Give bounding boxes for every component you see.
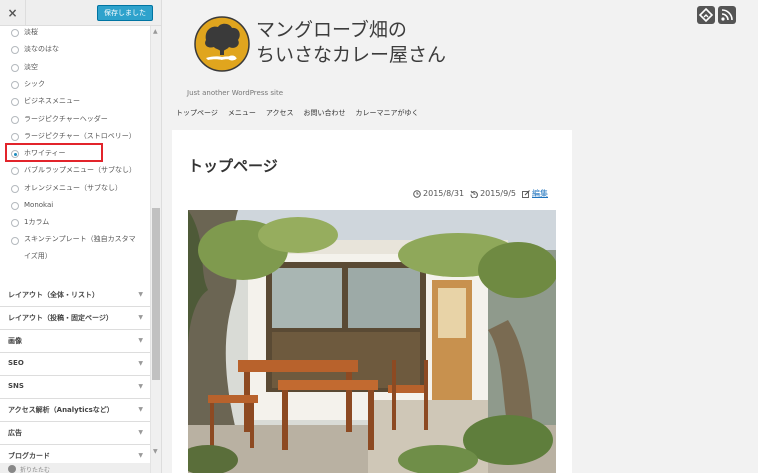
section-label: 画像 — [8, 337, 22, 345]
selection-highlight — [5, 143, 103, 162]
skin-option-label: ビジネスメニュー — [24, 97, 80, 106]
radio-button[interactable] — [11, 236, 19, 245]
skin-option-label: Monokai — [24, 201, 54, 209]
skin-option[interactable]: 淡桜 — [0, 26, 150, 43]
edit-link[interactable]: 編集 — [522, 188, 548, 199]
radio-button[interactable] — [11, 98, 19, 107]
feedly-icon[interactable] — [697, 6, 715, 24]
section-label: 広告 — [8, 429, 22, 437]
skin-option[interactable]: 淡なのはな — [0, 43, 150, 60]
skin-option-label: バブルラップメニュー（サブなし） — [24, 166, 136, 175]
save-button[interactable]: 保存しました — [97, 5, 153, 21]
radio-button[interactable] — [11, 202, 19, 210]
nav-item[interactable]: メニュー — [228, 108, 256, 118]
skin-list: 淡桜淡なのはな淡空シックビジネスメニューラージピクチャーヘッダーラージピクチャー… — [0, 26, 150, 284]
rss-icon[interactable] — [718, 6, 736, 24]
published-date: 2015/8/31 — [413, 189, 464, 198]
skin-option-label: 淡なのはな — [24, 45, 59, 54]
chevron-down-icon: ▼ — [138, 383, 143, 390]
radio-button[interactable] — [11, 29, 19, 37]
skin-option[interactable]: 淡空 — [0, 61, 150, 78]
site-title-line2: ちいさなカレー屋さん — [256, 44, 447, 66]
chevron-down-icon: ▼ — [138, 360, 143, 367]
skin-option-label: シック — [24, 79, 45, 88]
section-label: ブログカード — [8, 452, 50, 460]
history-icon — [470, 190, 478, 198]
updated-date-text: 2015/9/5 — [480, 189, 516, 198]
cafe-photo — [188, 210, 556, 473]
post-card: トップページ 2015/8/31 2015/9/5 編集 — [172, 130, 572, 473]
section-item[interactable]: 画像 ▼ — [0, 330, 150, 353]
radio-button[interactable] — [11, 115, 19, 124]
site-tagline: Just another WordPress site — [187, 89, 284, 97]
nav-item[interactable]: アクセス — [266, 108, 294, 118]
skin-option-label: 淡桜 — [24, 28, 38, 36]
section-item[interactable]: SNS ▼ — [0, 376, 150, 399]
nav-item[interactable]: トップページ — [176, 108, 218, 118]
skin-option[interactable]: スキンテンプレート（独自カスタマイズ用） — [0, 234, 150, 268]
edit-icon — [522, 189, 530, 198]
chevron-down-icon: ▼ — [138, 452, 143, 459]
section-item[interactable]: 広告 ▼ — [0, 422, 150, 445]
radio-button[interactable] — [11, 46, 19, 55]
skin-option-label: オレンジメニュー（サブなし） — [24, 183, 122, 192]
skin-option[interactable]: ビジネスメニュー — [0, 95, 150, 112]
radio-button[interactable] — [11, 219, 19, 228]
radio-button[interactable] — [11, 132, 19, 141]
clock-icon — [413, 189, 421, 198]
chevron-down-icon: ▼ — [138, 291, 143, 298]
radio-button[interactable] — [11, 184, 19, 193]
chevron-down-icon: ▼ — [138, 337, 143, 344]
skin-option-label: ラージピクチャー（ストロベリー） — [24, 131, 136, 140]
section-item[interactable]: レイアウト（投稿・固定ページ） ▼ — [0, 307, 150, 330]
section-label: レイアウト（全体・リスト） — [8, 291, 99, 299]
section-item[interactable]: レイアウト（全体・リスト） ▼ — [0, 284, 150, 307]
chevron-down-icon: ▼ — [138, 406, 143, 413]
scroll-up-arrow-icon[interactable]: ▲ — [153, 28, 158, 35]
section-list: レイアウト（全体・リスト） ▼ レイアウト（投稿・固定ページ） ▼ 画像 ▼ SEO ▼ SNS… — [0, 284, 150, 468]
global-nav: トップページ メニュー アクセス お問い合わせ カレーマニアがゆく — [176, 108, 429, 118]
section-label: アクセス解析（Analyticsなど） — [8, 406, 114, 414]
collapse-label: 折りたたむ — [20, 467, 51, 473]
scroll-thumb[interactable] — [152, 208, 160, 380]
section-label: レイアウト（投稿・固定ページ） — [8, 314, 113, 322]
logo-icon[interactable] — [194, 16, 250, 72]
social-icons — [694, 6, 736, 24]
scroll-down-arrow-icon[interactable]: ▼ — [153, 448, 158, 455]
section-item[interactable]: アクセス解析（Analyticsなど） ▼ — [0, 399, 150, 422]
radio-button[interactable] — [11, 63, 19, 72]
updated-date: 2015/9/5 — [470, 189, 516, 198]
site-title-line1: マングローブ畑の — [256, 19, 407, 41]
close-button[interactable]: × — [0, 0, 26, 26]
skin-option[interactable]: オレンジメニュー（サブなし） — [0, 182, 150, 199]
customizer-panel: × 保存しました 淡桜淡なのはな淡空シックビジネスメニューラージピクチャーヘッダ… — [0, 0, 162, 473]
chevron-down-icon: ▼ — [138, 429, 143, 436]
site-preview: マングローブ畑の ちいさなカレー屋さん Just another WordPre… — [162, 0, 758, 473]
skin-option-label: 淡空 — [24, 62, 38, 71]
section-label: SNS — [8, 382, 24, 390]
radio-button[interactable] — [11, 167, 19, 176]
nav-item[interactable]: カレーマニアがゆく — [356, 108, 419, 118]
post-meta: 2015/8/31 2015/9/5 編集 — [407, 188, 548, 199]
collapse-icon — [8, 465, 16, 473]
site-title[interactable]: マングローブ畑の ちいさなカレー屋さん — [256, 18, 446, 68]
skin-option[interactable]: バブルラップメニュー（サブなし） — [0, 164, 150, 181]
skin-option-label: 1カラム — [24, 218, 50, 227]
customizer-header: × 保存しました — [0, 0, 161, 26]
radio-button[interactable] — [11, 80, 19, 89]
skin-option-label: スキンテンプレート（独自カスタマイズ用） — [24, 234, 136, 260]
skin-option[interactable]: シック — [0, 78, 150, 95]
scrollbar[interactable]: ▲ ▼ — [150, 26, 161, 473]
section-item[interactable]: SEO ▼ — [0, 353, 150, 376]
nav-item[interactable]: お問い合わせ — [304, 108, 346, 118]
post-title: トップページ — [188, 157, 278, 175]
published-date-text: 2015/8/31 — [423, 189, 465, 198]
skin-option[interactable]: ラージピクチャーヘッダー — [0, 113, 150, 130]
skin-option[interactable]: Monokai — [0, 199, 150, 216]
edit-link-text[interactable]: 編集 — [532, 188, 548, 199]
skin-option-label: ラージピクチャーヘッダー — [24, 114, 108, 123]
section-label: SEO — [8, 359, 24, 367]
chevron-down-icon: ▼ — [138, 314, 143, 321]
collapse-button[interactable]: 折りたたむ — [0, 463, 150, 473]
